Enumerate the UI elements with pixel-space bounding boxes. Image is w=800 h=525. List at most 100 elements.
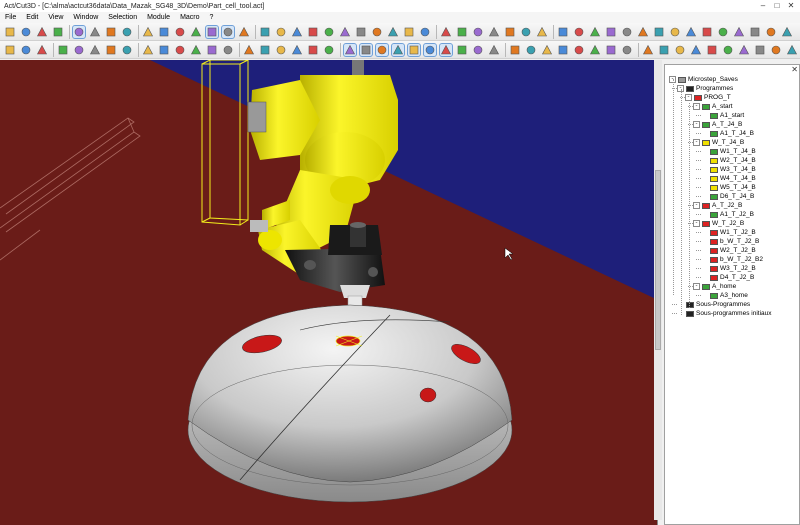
text-button[interactable] xyxy=(621,44,633,56)
array-button[interactable] xyxy=(190,44,202,56)
tree-item[interactable]: - W_T_J4_B xyxy=(693,138,744,147)
undo-button[interactable] xyxy=(121,26,133,38)
spline-button[interactable] xyxy=(605,44,617,56)
export-button[interactable] xyxy=(605,26,617,38)
move-button[interactable] xyxy=(706,44,718,56)
menu-edit[interactable]: Edit xyxy=(21,12,43,23)
scale-button[interactable] xyxy=(722,44,734,56)
arc-button[interactable] xyxy=(36,44,48,56)
menu-macro[interactable]: Macro xyxy=(175,12,204,23)
cut-path-button[interactable] xyxy=(323,44,335,56)
tree-item[interactable]: W2_T_J4_B xyxy=(701,156,756,165)
wire-button[interactable] xyxy=(488,26,500,38)
fit-button[interactable] xyxy=(440,26,452,38)
snap-button[interactable] xyxy=(472,26,484,38)
point-button[interactable] xyxy=(4,44,16,56)
menu-window[interactable]: Window xyxy=(68,12,103,23)
mirror-button[interactable] xyxy=(674,44,686,56)
frame-button[interactable] xyxy=(786,44,798,56)
save-button[interactable] xyxy=(653,26,665,38)
menu-module[interactable]: Module xyxy=(142,12,175,23)
measure-button[interactable] xyxy=(754,44,766,56)
save-button[interactable] xyxy=(20,26,32,38)
mirror-button[interactable] xyxy=(174,44,186,56)
copy-button[interactable] xyxy=(701,26,713,38)
material-button[interactable] xyxy=(259,26,271,38)
tree-collapse-icon[interactable]: - xyxy=(693,103,700,110)
approach-button[interactable] xyxy=(343,43,357,57)
align-button[interactable] xyxy=(243,44,255,56)
circle-button[interactable] xyxy=(557,44,569,56)
tree-item[interactable]: D6_T_J4_B xyxy=(701,192,754,201)
rect-button[interactable] xyxy=(573,44,585,56)
tree-collapse-icon[interactable]: - xyxy=(693,283,700,290)
pan-button[interactable] xyxy=(291,26,303,38)
tree-item[interactable]: - A_T_J2_B xyxy=(693,201,742,210)
hatch-button[interactable] xyxy=(658,44,670,56)
paste-button[interactable] xyxy=(717,26,729,38)
tree-item[interactable]: W2_T_J2_B xyxy=(701,246,756,255)
spline-button[interactable] xyxy=(105,44,117,56)
view-side-button[interactable] xyxy=(387,26,399,38)
scale-button[interactable] xyxy=(222,44,234,56)
open-button[interactable] xyxy=(637,26,649,38)
line-button[interactable] xyxy=(525,44,537,56)
circle-button[interactable] xyxy=(57,44,69,56)
zoom-window-button[interactable] xyxy=(339,26,351,38)
axis-button[interactable] xyxy=(275,44,287,56)
redo-button[interactable] xyxy=(142,26,154,38)
cut-button[interactable] xyxy=(685,26,697,38)
tree-item[interactable]: W1_T_J2_B xyxy=(701,228,756,237)
tree-item[interactable]: W3_T_J4_B xyxy=(701,165,756,174)
view-back-button[interactable] xyxy=(419,26,431,38)
tree-item[interactable]: - Microstep_Saves xyxy=(669,75,738,84)
dim-button[interactable] xyxy=(142,44,154,56)
dim-button[interactable] xyxy=(642,44,654,56)
render-button[interactable] xyxy=(238,26,250,38)
axis-button[interactable] xyxy=(770,44,782,56)
move-button[interactable] xyxy=(206,44,218,56)
hatch-button[interactable] xyxy=(158,44,170,56)
teach-button[interactable] xyxy=(375,43,389,57)
select-button[interactable] xyxy=(105,26,117,38)
robot-button[interactable] xyxy=(520,26,532,38)
trim-button[interactable] xyxy=(174,26,186,38)
menu-help[interactable]: ? xyxy=(205,12,219,23)
arc-button[interactable] xyxy=(541,44,553,56)
layer-button[interactable] xyxy=(221,25,235,39)
frame-button[interactable] xyxy=(291,44,303,56)
array-button[interactable] xyxy=(690,44,702,56)
point-button[interactable] xyxy=(509,44,521,56)
tree-item[interactable]: - PROG_T xyxy=(685,93,731,102)
print-button[interactable] xyxy=(669,26,681,38)
tree-item[interactable]: W4_T_J4_B xyxy=(701,174,756,183)
copy-button[interactable] xyxy=(72,25,86,39)
menu-selection[interactable]: Selection xyxy=(103,12,142,23)
extend-button[interactable] xyxy=(190,26,202,38)
play-button[interactable] xyxy=(391,43,405,57)
poly-button[interactable] xyxy=(589,44,601,56)
view-front-button[interactable] xyxy=(355,26,367,38)
tree-item[interactable]: W1_T_J4_B xyxy=(701,147,756,156)
join-button[interactable] xyxy=(205,25,219,39)
viewport-scrollbar[interactable] xyxy=(654,60,662,520)
delete-button[interactable] xyxy=(158,26,170,38)
minimize-button[interactable]: – xyxy=(756,0,770,11)
list-button[interactable] xyxy=(456,44,468,56)
tree-item[interactable]: A3_home xyxy=(701,291,748,300)
scrollbar-thumb[interactable] xyxy=(655,170,661,350)
cut-button[interactable] xyxy=(52,26,64,38)
simulate-button[interactable] xyxy=(573,26,585,38)
line-button[interactable] xyxy=(20,44,32,56)
print-button[interactable] xyxy=(36,26,48,38)
help-button[interactable] xyxy=(488,44,500,56)
delete-button[interactable] xyxy=(781,26,793,38)
select-button[interactable] xyxy=(733,26,745,38)
retract-button[interactable] xyxy=(359,43,373,57)
tree-item[interactable]: D4_T_J2_B xyxy=(701,273,754,282)
zoom-in-button[interactable] xyxy=(307,26,319,38)
tree-item[interactable]: b_W_T_J2_B2 xyxy=(701,255,763,264)
redo-button[interactable] xyxy=(765,26,777,38)
tree-item[interactable]: W5_T_J4_B xyxy=(701,183,756,192)
rect-button[interactable] xyxy=(73,44,85,56)
